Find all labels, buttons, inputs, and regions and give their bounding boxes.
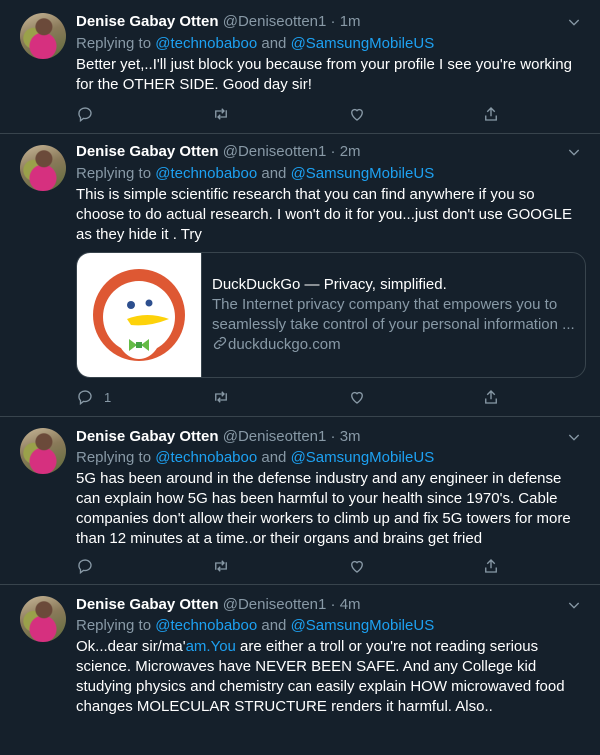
replying-to: Replying to @technobaboo and @SamsungMob… xyxy=(76,616,434,636)
chevron-down-icon[interactable] xyxy=(566,14,582,30)
like-button[interactable] xyxy=(348,387,366,407)
replying-prefix: Replying to xyxy=(76,35,156,52)
user-handle[interactable]: @Deniseotten1 xyxy=(223,428,327,445)
replying-and: and xyxy=(257,617,291,634)
tweet-text: This is simple scientific research that … xyxy=(76,186,572,243)
replying-to: Replying to @technobaboo and @SamsungMob… xyxy=(76,164,434,184)
replying-and: and xyxy=(257,35,291,52)
tweet[interactable]: Denise Gabay Otten @Deniseotten1 · 4m Re… xyxy=(0,585,600,755)
display-name[interactable]: Denise Gabay Otten xyxy=(76,596,219,613)
mention-link[interactable]: @SamsungMobileUS xyxy=(291,35,435,52)
retweet-icon xyxy=(215,108,227,120)
reply-button[interactable] xyxy=(76,556,94,576)
mention-link[interactable]: @SamsungMobileUS xyxy=(291,617,435,634)
replying-to: Replying to @technobaboo and @SamsungMob… xyxy=(76,448,434,468)
tweet[interactable]: Denise Gabay Otten @Deniseotten1 · 1m Re… xyxy=(0,0,600,134)
reply-icon xyxy=(78,559,92,575)
tweet-header: Denise Gabay Otten @Deniseotten1 · 2m xyxy=(76,142,361,162)
timestamp[interactable]: 4m xyxy=(340,596,361,613)
user-handle[interactable]: @Deniseotten1 xyxy=(223,143,327,160)
replying-and: and xyxy=(257,449,291,466)
reply-icon xyxy=(78,390,92,406)
reply-count: 1 xyxy=(104,389,112,405)
user-handle[interactable]: @Deniseotten1 xyxy=(223,13,327,30)
chevron-down-icon[interactable] xyxy=(566,597,582,613)
mention-link[interactable]: @technobaboo xyxy=(155,617,257,634)
tweet[interactable]: Denise Gabay Otten @Deniseotten1 · 2m Re… xyxy=(0,134,600,417)
separator-dot: · xyxy=(330,143,336,160)
user-handle[interactable]: @Deniseotten1 xyxy=(223,596,327,613)
share-button[interactable] xyxy=(482,556,500,576)
link-card[interactable]: DuckDuckGo — Privacy, simplified. The In… xyxy=(76,252,586,378)
share-button[interactable] xyxy=(482,104,500,124)
replying-and: and xyxy=(257,165,291,182)
tweet-actions xyxy=(76,556,536,576)
retweet-button[interactable] xyxy=(212,104,230,124)
separator-dot: · xyxy=(330,428,336,445)
separator-dot: · xyxy=(330,13,336,30)
mention-link[interactable]: @SamsungMobileUS xyxy=(291,165,435,182)
text-part: Ok...dear sir/ma' xyxy=(76,638,186,655)
tweet-text: Better yet,..I'll just block you because… xyxy=(76,56,572,93)
share-button[interactable] xyxy=(482,387,500,407)
timestamp[interactable]: 1m xyxy=(340,13,361,30)
heart-icon xyxy=(351,391,363,404)
like-button[interactable] xyxy=(348,556,366,576)
reply-button[interactable]: 1 xyxy=(76,387,111,407)
replying-prefix: Replying to xyxy=(76,449,156,466)
replying-prefix: Replying to xyxy=(76,165,156,182)
tweet-actions: 1 xyxy=(76,387,536,407)
inline-link[interactable]: am.You xyxy=(186,638,236,655)
avatar[interactable] xyxy=(20,145,66,191)
chevron-down-icon[interactable] xyxy=(566,429,582,445)
share-icon xyxy=(485,107,497,121)
like-button[interactable] xyxy=(348,104,366,124)
share-icon xyxy=(485,559,497,573)
mention-link[interactable]: @SamsungMobileUS xyxy=(291,449,435,466)
avatar[interactable] xyxy=(20,13,66,59)
mention-link[interactable]: @technobaboo xyxy=(155,165,257,182)
tweet[interactable]: Denise Gabay Otten @Deniseotten1 · 3m Re… xyxy=(0,417,600,585)
avatar[interactable] xyxy=(20,428,66,474)
tweet-header: Denise Gabay Otten @Deniseotten1 · 4m xyxy=(76,595,361,615)
heart-icon xyxy=(351,560,363,573)
tweet-text: 5G has been around in the defense indust… xyxy=(76,470,571,547)
tweet-text: Ok...dear sir/ma'am.You are either a tro… xyxy=(76,637,586,717)
card-description: The Internet privacy company that empowe… xyxy=(212,296,575,333)
tweet-header: Denise Gabay Otten @Deniseotten1 · 1m xyxy=(76,12,361,32)
chevron-down-icon[interactable] xyxy=(566,144,582,160)
card-domain-text: duckduckgo.com xyxy=(228,336,341,353)
card-title: DuckDuckGo — Privacy, simplified. xyxy=(212,276,447,293)
retweet-icon xyxy=(215,391,227,403)
link-icon xyxy=(213,336,227,350)
display-name[interactable]: Denise Gabay Otten xyxy=(76,143,219,160)
avatar[interactable] xyxy=(20,596,66,642)
duckduckgo-logo xyxy=(77,253,202,377)
replying-to: Replying to @technobaboo and @SamsungMob… xyxy=(76,34,434,54)
reply-icon xyxy=(78,107,92,123)
share-icon xyxy=(485,390,497,404)
reply-button[interactable] xyxy=(76,104,94,124)
retweet-button[interactable] xyxy=(212,387,230,407)
tweet-header: Denise Gabay Otten @Deniseotten1 · 3m xyxy=(76,427,361,447)
display-name[interactable]: Denise Gabay Otten xyxy=(76,428,219,445)
separator-dot: · xyxy=(330,596,336,613)
retweet-icon xyxy=(215,560,227,572)
heart-icon xyxy=(351,108,363,121)
timestamp[interactable]: 2m xyxy=(340,143,361,160)
tweet-actions xyxy=(76,104,536,124)
mention-link[interactable]: @technobaboo xyxy=(155,449,257,466)
retweet-button[interactable] xyxy=(212,556,230,576)
card-domain: duckduckgo.com xyxy=(212,335,341,355)
mention-link[interactable]: @technobaboo xyxy=(155,35,257,52)
display-name[interactable]: Denise Gabay Otten xyxy=(76,13,219,30)
replying-prefix: Replying to xyxy=(76,617,156,634)
timestamp[interactable]: 3m xyxy=(340,428,361,445)
